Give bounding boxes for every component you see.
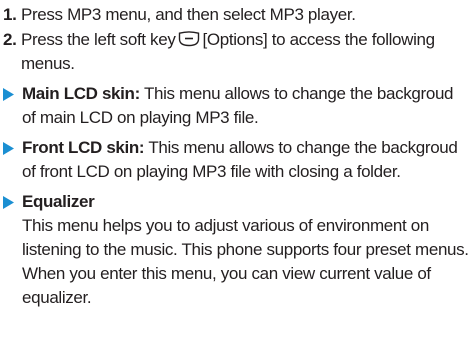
bullet-arrow-icon [3, 136, 22, 184]
menu-term: Equalizer [22, 192, 95, 211]
step-text: Press MP3 menu, and then select MP3 play… [21, 5, 356, 24]
menu-term: Front LCD skin: [22, 138, 145, 157]
menu-item-content: Front LCD skin: This menu allows to chan… [22, 136, 470, 184]
step-text-before: Press the left soft key [21, 30, 176, 49]
menu-description: This menu helps you to adjust various of… [22, 216, 469, 307]
step-1: 1. Press MP3 menu, and then select MP3 p… [3, 3, 470, 27]
step-text: Press the left soft key [Options] to acce… [21, 28, 470, 76]
menu-item-content: Equalizer This menu helps you to adjust v… [22, 190, 470, 310]
bullet-arrow-icon [3, 190, 22, 310]
soft-key-icon [179, 31, 200, 47]
bullet-arrow-icon [3, 82, 22, 130]
step-2: 2. Press the left soft key [Options] to a… [3, 28, 470, 76]
manual-page: 1. Press MP3 menu, and then select MP3 p… [0, 0, 470, 338]
step-number: 2. [3, 30, 17, 49]
step-number: 1. [3, 5, 17, 24]
menu-item-content: Main LCD skin: This menu allows to chang… [22, 82, 470, 130]
menu-item-front-lcd-skin: Front LCD skin: This menu allows to chan… [3, 136, 470, 184]
menu-term: Main LCD skin: [22, 84, 140, 103]
menu-item-equalizer: Equalizer This menu helps you to adjust v… [3, 190, 470, 310]
menu-item-main-lcd-skin: Main LCD skin: This menu allows to chang… [3, 82, 470, 130]
